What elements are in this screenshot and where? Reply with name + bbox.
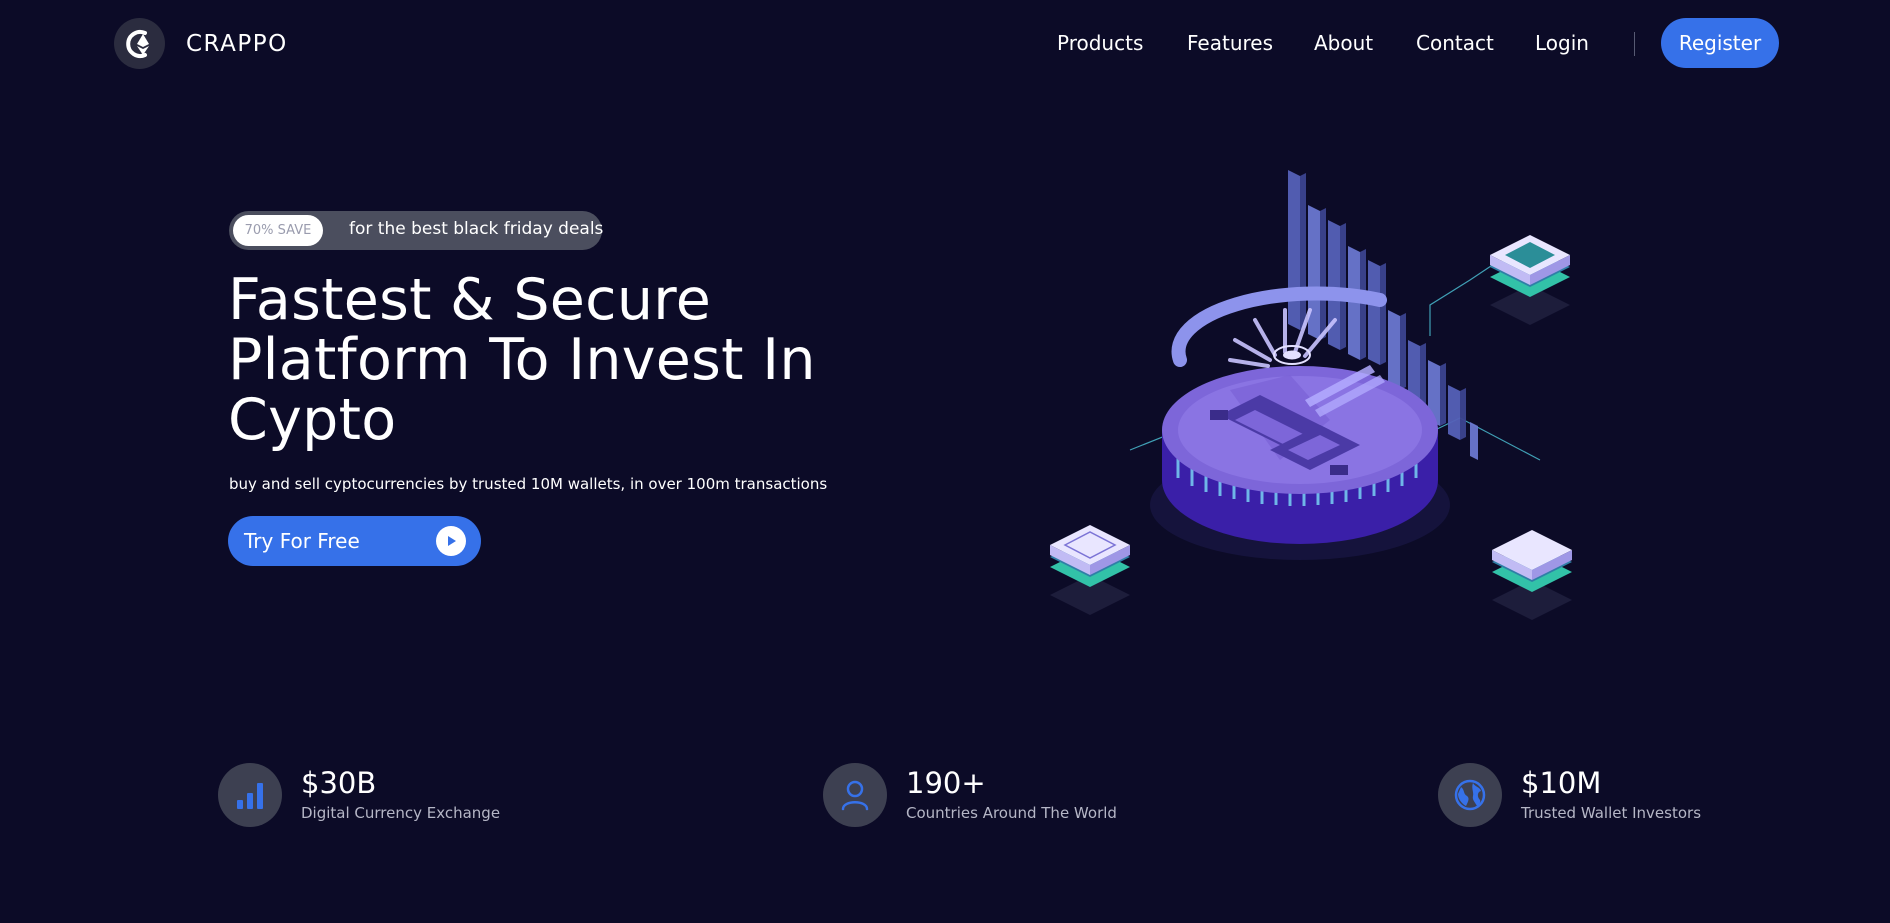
stat-label: Digital Currency Exchange [301,804,501,822]
nav-menu: Products Features About Contact Login Re… [0,0,1890,86]
nav-divider [1634,32,1635,56]
nav-link-login[interactable]: Login [1535,31,1589,55]
globe-icon [1438,763,1502,827]
hero-subtitle: buy and sell cyptocurrencies by trusted … [229,475,828,493]
hero-title-line-3: Cypto [228,387,397,453]
play-icon [436,526,466,556]
promo-badge[interactable]: 70% SAVE for the best black friday deals [229,211,604,250]
register-button[interactable]: Register [1661,18,1779,68]
try-for-free-button[interactable]: Try For Free [228,516,481,566]
navbar: CRAPPO Products Features About Contact L… [0,0,1890,86]
nav-link-products[interactable]: Products [1057,31,1143,55]
bar-chart-icon [218,763,282,827]
hero-title: Fastest & Secure Platform To Invest In C… [228,270,868,450]
promo-badge-text: for the best black friday deals [349,219,604,239]
crypto-coin-illustration [1030,160,1630,660]
stat-label: Countries Around The World [906,804,1117,822]
stat-value: $10M [1521,766,1602,800]
chip-node-top-right [1490,235,1570,325]
stat-value: $30B [301,766,377,800]
connector-line [1429,259,1501,336]
nav-link-contact[interactable]: Contact [1416,31,1494,55]
hero-title-line-2: Platform To Invest In [228,327,816,393]
try-for-free-label: Try For Free [244,529,360,553]
nav-link-features[interactable]: Features [1187,31,1273,55]
promo-badge-pill: 70% SAVE [233,215,323,246]
nav-link-about[interactable]: About [1314,31,1373,55]
stat-value: 190+ [906,766,986,800]
hero-title-line-1: Fastest & Secure [228,267,712,333]
chip-node-bottom-right [1492,530,1572,620]
user-icon [823,763,887,827]
chip-node-bottom-left [1050,525,1130,615]
stat-label: Trusted Wallet Investors [1521,804,1702,822]
